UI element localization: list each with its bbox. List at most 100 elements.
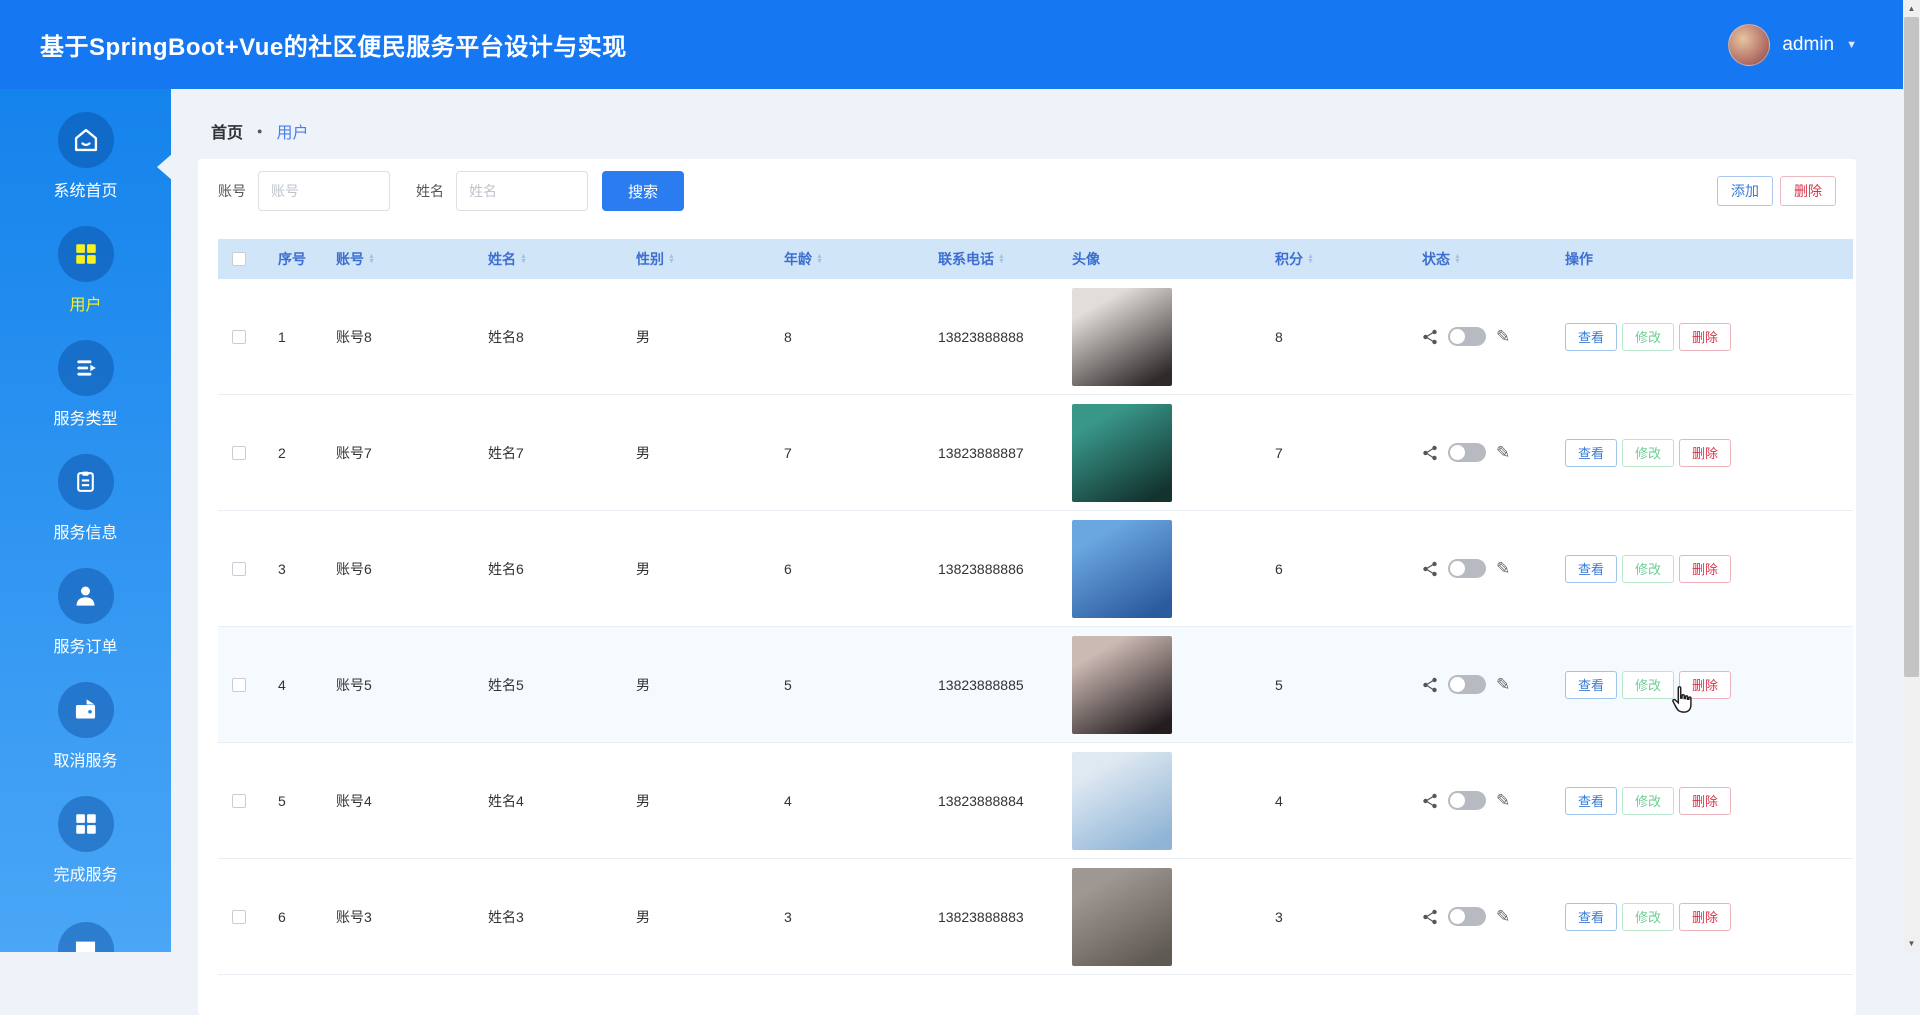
- sort-icon[interactable]: ▲▼: [998, 254, 1005, 264]
- status-toggle[interactable]: [1448, 675, 1486, 694]
- sidebar-item-完成服务[interactable]: 完成服务: [0, 783, 171, 897]
- sort-icon[interactable]: ▲▼: [1307, 254, 1314, 264]
- breadcrumb-separator: ●: [257, 126, 262, 136]
- cell-seq: 2: [264, 445, 322, 461]
- sidebar-item-服务信息[interactable]: 服务信息: [0, 441, 171, 555]
- column-header-账号[interactable]: 账号▲▼: [322, 249, 474, 269]
- column-header-积分[interactable]: 积分▲▼: [1261, 249, 1408, 269]
- page-scrollbar[interactable]: ▲ ▼: [1903, 0, 1920, 952]
- select-all-checkbox[interactable]: [232, 252, 246, 266]
- sidebar-item-取消服务[interactable]: 取消服务: [0, 669, 171, 783]
- row-delete-button[interactable]: 删除: [1679, 439, 1731, 467]
- edit-button[interactable]: 修改: [1622, 903, 1674, 931]
- view-button[interactable]: 查看: [1565, 787, 1617, 815]
- share-icon[interactable]: [1422, 445, 1438, 461]
- cell-status: ✎: [1408, 791, 1551, 811]
- delete-button[interactable]: 删除: [1780, 176, 1836, 206]
- table-row: 1 账号8 姓名8 男 8 13823888888 8 ✎ 查看 修改 删除: [218, 279, 1853, 395]
- sidebar-item-服务类型[interactable]: 服务类型: [0, 327, 171, 441]
- row-checkbox[interactable]: [232, 330, 246, 344]
- row-delete-button[interactable]: 删除: [1679, 323, 1731, 351]
- breadcrumb-home[interactable]: 首页: [211, 119, 243, 143]
- cell-account: 账号5: [322, 675, 474, 695]
- sidebar-item-hidden[interactable]: [0, 897, 171, 952]
- wallet-icon: [58, 682, 114, 738]
- row-delete-button[interactable]: 删除: [1679, 787, 1731, 815]
- cell-account: 账号6: [322, 559, 474, 579]
- add-button[interactable]: 添加: [1717, 176, 1773, 206]
- view-button[interactable]: 查看: [1565, 439, 1617, 467]
- pencil-icon[interactable]: ✎: [1496, 559, 1510, 579]
- row-checkbox[interactable]: [232, 678, 246, 692]
- scroll-up-icon[interactable]: ▲: [1903, 0, 1920, 17]
- row-checkbox[interactable]: [232, 562, 246, 576]
- share-icon[interactable]: [1422, 677, 1438, 693]
- cell-status: ✎: [1408, 559, 1551, 579]
- cell-seq: 1: [264, 329, 322, 345]
- share-icon[interactable]: [1422, 329, 1438, 345]
- name-label: 姓名: [416, 181, 444, 201]
- column-header-状态[interactable]: 状态▲▼: [1408, 249, 1551, 269]
- sort-icon[interactable]: ▲▼: [668, 254, 675, 264]
- scroll-down-icon[interactable]: ▼: [1903, 935, 1920, 952]
- row-delete-button[interactable]: 删除: [1679, 903, 1731, 931]
- status-toggle[interactable]: [1448, 443, 1486, 462]
- view-button[interactable]: 查看: [1565, 671, 1617, 699]
- pencil-icon[interactable]: ✎: [1496, 791, 1510, 811]
- user-avatar[interactable]: [1728, 24, 1770, 66]
- view-button[interactable]: 查看: [1565, 903, 1617, 931]
- user-menu[interactable]: admin ▼: [1728, 24, 1857, 66]
- share-icon[interactable]: [1422, 909, 1438, 925]
- view-button[interactable]: 查看: [1565, 555, 1617, 583]
- status-toggle[interactable]: [1448, 559, 1486, 578]
- column-header-序号: 序号: [264, 249, 322, 269]
- edit-button[interactable]: 修改: [1622, 787, 1674, 815]
- breadcrumb-current[interactable]: 用户: [276, 119, 308, 143]
- cell-age: 4: [770, 793, 924, 809]
- share-icon[interactable]: [1422, 793, 1438, 809]
- cell-phone: 13823888885: [924, 677, 1058, 693]
- row-checkbox[interactable]: [232, 910, 246, 924]
- view-button[interactable]: 查看: [1565, 323, 1617, 351]
- chat-icon: [58, 922, 114, 953]
- edit-button[interactable]: 修改: [1622, 323, 1674, 351]
- account-input[interactable]: [258, 171, 390, 211]
- status-toggle[interactable]: [1448, 327, 1486, 346]
- cell-name: 姓名8: [474, 327, 622, 347]
- cell-actions: 查看 修改 删除: [1551, 787, 1853, 815]
- sidebar-item-服务订单[interactable]: 服务订单: [0, 555, 171, 669]
- status-toggle[interactable]: [1448, 907, 1486, 926]
- search-button[interactable]: 搜索: [602, 171, 684, 211]
- cell-seq: 5: [264, 793, 322, 809]
- name-input[interactable]: [456, 171, 588, 211]
- column-header-头像: 头像: [1058, 249, 1261, 269]
- pencil-icon[interactable]: ✎: [1496, 675, 1510, 695]
- share-icon[interactable]: [1422, 561, 1438, 577]
- edit-button[interactable]: 修改: [1622, 555, 1674, 583]
- sort-icon[interactable]: ▲▼: [1454, 254, 1461, 264]
- column-header-姓名[interactable]: 姓名▲▼: [474, 249, 622, 269]
- pencil-icon[interactable]: ✎: [1496, 443, 1510, 463]
- sort-icon[interactable]: ▲▼: [368, 254, 375, 264]
- clipboard-icon: [58, 454, 114, 510]
- column-header-联系电话[interactable]: 联系电话▲▼: [924, 249, 1058, 269]
- cell-phone: 13823888886: [924, 561, 1058, 577]
- row-delete-button[interactable]: 删除: [1679, 671, 1731, 699]
- column-header-性别[interactable]: 性别▲▼: [622, 249, 770, 269]
- sort-icon[interactable]: ▲▼: [816, 254, 823, 264]
- row-checkbox[interactable]: [232, 794, 246, 808]
- sidebar-item-用户[interactable]: 用户: [0, 213, 171, 327]
- row-checkbox[interactable]: [232, 446, 246, 460]
- sort-icon[interactable]: ▲▼: [520, 254, 527, 264]
- pencil-icon[interactable]: ✎: [1496, 327, 1510, 347]
- status-toggle[interactable]: [1448, 791, 1486, 810]
- edit-button[interactable]: 修改: [1622, 671, 1674, 699]
- column-header-年龄[interactable]: 年龄▲▼: [770, 249, 924, 269]
- sidebar: 系统首页 用户 服务类型 服务信息 服务订单 取消服务 完成服务: [0, 89, 171, 952]
- sidebar-item-系统首页[interactable]: 系统首页: [0, 99, 171, 213]
- pencil-icon[interactable]: ✎: [1496, 907, 1510, 927]
- cell-account: 账号8: [322, 327, 474, 347]
- row-delete-button[interactable]: 删除: [1679, 555, 1731, 583]
- edit-button[interactable]: 修改: [1622, 439, 1674, 467]
- scrollbar-thumb[interactable]: [1904, 17, 1919, 677]
